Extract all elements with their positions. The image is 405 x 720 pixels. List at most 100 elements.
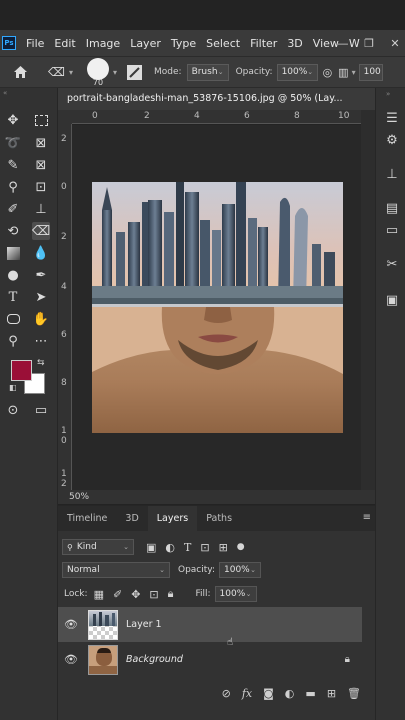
close-button[interactable]: ✕ bbox=[385, 37, 405, 50]
history-panel-icon[interactable]: ☰ bbox=[384, 110, 400, 126]
layer-opacity-field[interactable]: 100% ⌄ bbox=[219, 562, 261, 578]
swatches-panel-icon[interactable]: ▣ bbox=[384, 292, 400, 308]
more-tools-icon[interactable]: ⋯ bbox=[32, 332, 50, 350]
fill-value: 100% bbox=[219, 589, 246, 599]
smart-object-filter-icon[interactable]: ⊞ bbox=[219, 541, 228, 554]
layer-lock-icon[interactable]: 🔒︎ bbox=[345, 654, 350, 665]
visibility-eye-icon[interactable]: 👁︎ bbox=[64, 618, 78, 631]
tab-3d[interactable]: 3D bbox=[116, 506, 147, 531]
tab-paths[interactable]: Paths bbox=[197, 506, 241, 531]
properties-panel-icon[interactable]: ⚙ bbox=[384, 132, 400, 148]
frame-tool-icon[interactable]: ⊠ bbox=[32, 134, 50, 152]
trash-icon[interactable]: 🗑︎ bbox=[347, 687, 361, 700]
tool-preset-dropdown-icon[interactable]: ▾ bbox=[69, 68, 73, 77]
lock-artboard-icon[interactable]: ⊡ bbox=[149, 588, 158, 601]
history-brush-tool-icon[interactable]: ⟲ bbox=[4, 222, 22, 240]
zoom-tool-icon[interactable]: ⚲ bbox=[4, 332, 22, 350]
marquee-tool-icon[interactable] bbox=[32, 111, 50, 129]
menu-edit[interactable]: Edit bbox=[54, 37, 75, 50]
visibility-eye-icon[interactable]: 👁︎ bbox=[64, 653, 78, 666]
eraser-tool-icon[interactable]: ⌫ bbox=[48, 65, 65, 79]
restore-button[interactable]: ❐ bbox=[359, 37, 379, 50]
flow-dropdown-icon[interactable]: ▾ bbox=[352, 68, 356, 77]
ruler-tick-label: 2 bbox=[61, 134, 67, 144]
move-tool-icon[interactable]: ✥ bbox=[4, 111, 22, 129]
swap-colors-icon[interactable]: ⇆ bbox=[37, 358, 45, 368]
default-colors-icon[interactable]: ◧ bbox=[9, 383, 17, 392]
filter-kind-select[interactable]: ⚲ Kind ⌄ bbox=[62, 539, 134, 555]
libraries-panel-icon[interactable]: ▤ bbox=[384, 200, 400, 216]
layer-name: Background bbox=[126, 654, 183, 665]
menu-type[interactable]: Type bbox=[171, 37, 196, 50]
lock-all-icon[interactable]: 🔒︎ bbox=[168, 587, 174, 601]
tools-panel-icon[interactable]: ✂ bbox=[384, 256, 400, 272]
home-icon[interactable] bbox=[12, 64, 28, 80]
new-layer-icon[interactable]: ⊞ bbox=[327, 687, 336, 700]
document-image[interactable] bbox=[92, 182, 343, 433]
folder-icon[interactable]: ▬ bbox=[305, 687, 315, 700]
brush-dropdown-icon[interactable]: ▾ bbox=[113, 68, 117, 77]
rectangle-tool-icon[interactable] bbox=[4, 310, 22, 328]
menu-image[interactable]: Image bbox=[86, 37, 120, 50]
layer-row-background[interactable]: 👁︎ Background 🔒︎ bbox=[58, 642, 362, 677]
collapse-panel-icon[interactable]: « bbox=[3, 89, 7, 97]
zoom-level[interactable]: 50% bbox=[69, 492, 89, 502]
ruler-tick-label: 1 0 bbox=[61, 426, 67, 446]
lock-position-icon[interactable]: ✥ bbox=[131, 588, 140, 601]
type-tool-icon[interactable]: T bbox=[4, 288, 22, 306]
lock-transparent-pixels-icon[interactable]: ▦ bbox=[94, 588, 104, 601]
screen-mode-icon[interactable]: ▭ bbox=[32, 401, 50, 419]
adjustments-panel-icon[interactable]: ⊥ bbox=[384, 166, 400, 182]
adjustment-filter-icon[interactable]: ◐ bbox=[165, 541, 175, 554]
gradient-tool-icon[interactable] bbox=[4, 244, 22, 262]
fill-field[interactable]: 100% ⌄ bbox=[214, 586, 257, 602]
layer-row-layer-1[interactable]: 👁︎ Layer 1 bbox=[58, 607, 362, 642]
eyedropper-tool-icon[interactable]: ⚲ bbox=[4, 178, 22, 196]
vertical-scrollbar[interactable] bbox=[361, 110, 375, 490]
brush-settings-icon[interactable] bbox=[127, 64, 142, 80]
dodge-tool-icon[interactable]: ● bbox=[4, 266, 22, 284]
pressure-opacity-icon[interactable]: ◎ bbox=[323, 66, 333, 79]
foreground-color-swatch[interactable] bbox=[11, 360, 32, 381]
pixel-filter-icon[interactable]: ▣ bbox=[146, 541, 156, 554]
link-icon[interactable]: ⊘ bbox=[222, 687, 231, 700]
document-tab[interactable]: portrait-bangladeshi-man_53876-15106.jpg… bbox=[58, 88, 387, 110]
tab-timeline[interactable]: Timeline bbox=[58, 506, 116, 531]
minimize-button[interactable]: — bbox=[333, 37, 353, 50]
blur-tool-icon[interactable]: 💧 bbox=[32, 244, 50, 262]
eraser-tool-icon[interactable]: ⌫ bbox=[32, 222, 50, 240]
mask-icon[interactable]: ◙ bbox=[263, 687, 274, 700]
fx-icon[interactable]: fx bbox=[242, 687, 252, 700]
panel-menu-icon[interactable]: ≡ bbox=[363, 512, 371, 523]
menu-layer[interactable]: Layer bbox=[130, 37, 161, 50]
filter-toggle-icon[interactable]: ● bbox=[237, 542, 245, 552]
blend-mode-select[interactable]: Normal ⌄ bbox=[62, 562, 170, 578]
type-filter-icon[interactable]: T bbox=[184, 541, 191, 554]
path-selection-tool-icon[interactable]: ➤ bbox=[32, 288, 50, 306]
notes-panel-icon[interactable]: ▭ bbox=[384, 222, 400, 238]
flow-toggle-icon[interactable]: ▥ bbox=[338, 66, 348, 79]
clone-stamp-tool-icon[interactable]: ⊥ bbox=[32, 200, 50, 218]
menu-file[interactable]: File bbox=[26, 37, 44, 50]
menu-select[interactable]: Select bbox=[206, 37, 240, 50]
crop-tool-icon[interactable]: ⊠ bbox=[32, 156, 50, 174]
spot-healing-tool-icon[interactable]: ⊡ bbox=[32, 178, 50, 196]
opacity-field[interactable]: 100% ⌄ bbox=[276, 63, 318, 81]
quick-mask-icon[interactable]: ⊙ bbox=[4, 401, 22, 419]
chevron-down-icon: ⌄ bbox=[123, 543, 129, 551]
menu-3d[interactable]: 3D bbox=[287, 37, 302, 50]
brush-tool-icon[interactable]: ✐ bbox=[4, 200, 22, 218]
hand-tool-icon[interactable]: ✋ bbox=[32, 310, 50, 328]
quick-selection-tool-icon[interactable]: ✎ bbox=[4, 156, 22, 174]
pen-tool-icon[interactable]: ✒ bbox=[32, 266, 50, 284]
brush-preset-picker[interactable]: 70 bbox=[86, 57, 109, 87]
menu-filter[interactable]: Filter bbox=[250, 37, 277, 50]
tab-layers[interactable]: Layers bbox=[147, 506, 198, 531]
shape-filter-icon[interactable]: ⊡ bbox=[200, 541, 209, 554]
flow-field[interactable]: 100 bbox=[358, 63, 383, 81]
expand-dock-icon[interactable]: » bbox=[386, 90, 390, 98]
lock-image-pixels-icon[interactable]: ✐ bbox=[113, 588, 122, 601]
lasso-tool-icon[interactable]: ➰ bbox=[4, 134, 22, 152]
mode-select[interactable]: Brush ⌄ bbox=[186, 63, 229, 81]
adjustment-icon[interactable]: ◐ bbox=[285, 687, 295, 700]
